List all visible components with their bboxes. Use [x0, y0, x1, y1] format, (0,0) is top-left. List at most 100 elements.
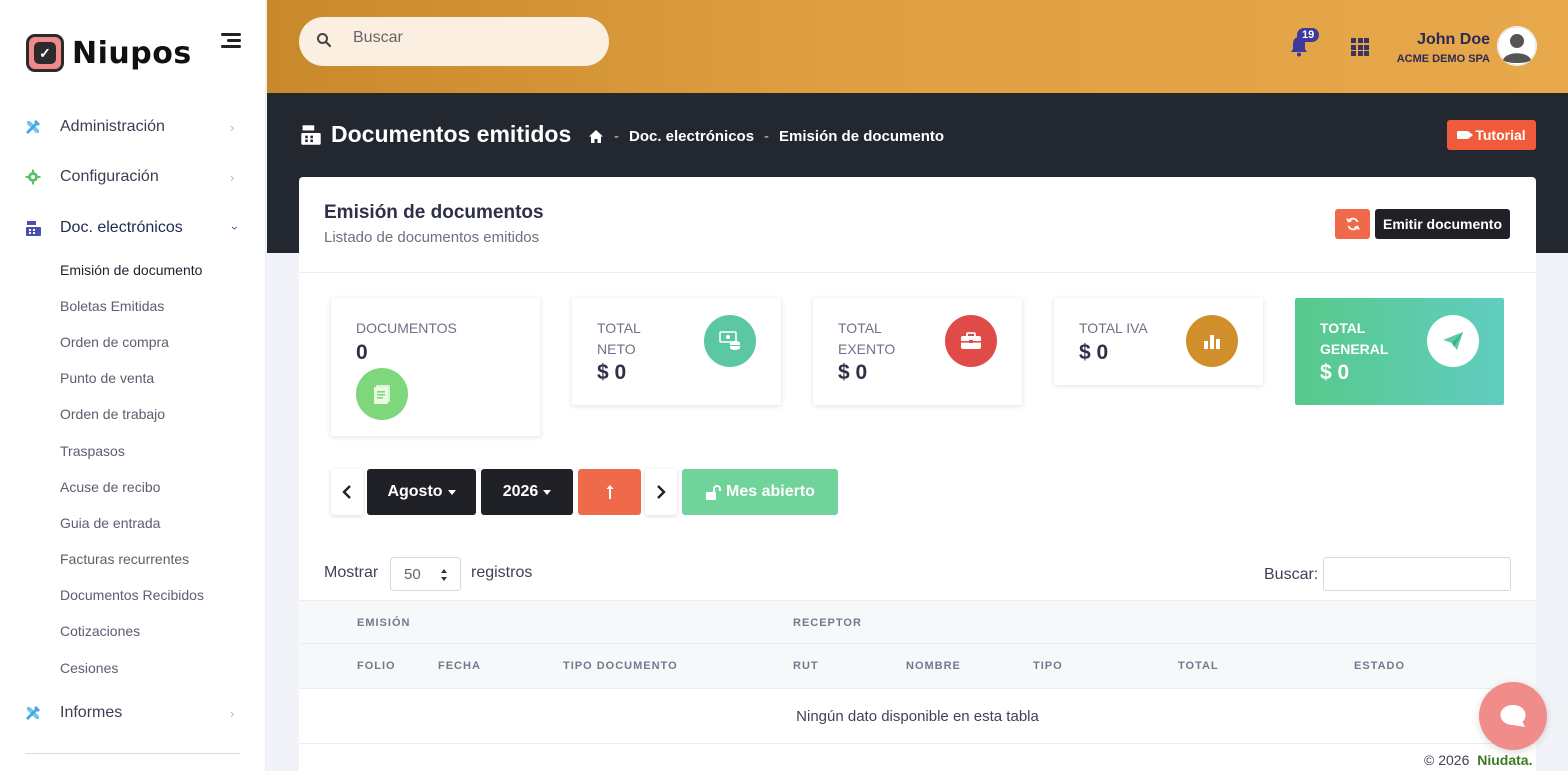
sidebar-subitem-cotizaciones[interactable]: Cotizaciones [60, 623, 140, 639]
brand-logo: ✓ [26, 34, 64, 72]
table-column-header: FOLIO FECHA TIPO DOCUMENTO RUT NOMBRE TI… [299, 644, 1536, 689]
sidebar: ✓ Niupos Administración › Configuración … [0, 0, 266, 771]
sidebar-item-label: Administración [60, 118, 165, 135]
sidebar-item-configuracion[interactable]: Configuración › [0, 159, 266, 195]
user-name[interactable]: John Doe [1417, 31, 1490, 49]
sidebar-item-label: Doc. electrónicos [60, 219, 183, 236]
emit-document-button[interactable]: Emitir documento [1375, 209, 1510, 239]
sidebar-subitem-traspasos[interactable]: Traspasos [60, 443, 125, 459]
card-header: Emisión de documentos Listado de documen… [299, 177, 1536, 273]
year-dropdown[interactable]: 2026 [481, 469, 573, 515]
chevron-left-icon [342, 485, 351, 499]
breadcrumb-emision-de-documento[interactable]: Emisión de documento [779, 128, 944, 145]
cash-register-icon [301, 125, 321, 145]
breadcrumb-doc-electronicos[interactable]: Doc. electrónicos [629, 128, 754, 145]
month-status-button[interactable]: Mes abierto [682, 469, 838, 515]
page-size-select[interactable]: 50 [390, 557, 461, 591]
export-button[interactable] [578, 469, 641, 515]
sidebar-subitem-facturas-recurrentes[interactable]: Facturas recurrentes [60, 551, 189, 567]
month-dropdown[interactable]: Agosto [367, 469, 476, 515]
column-header-tipo-documento[interactable]: TIPO DOCUMENTO [563, 660, 678, 672]
stat-label: TOTAL EXENTO [838, 320, 896, 357]
sidebar-subitem-emision-de-documento[interactable]: Emisión de documento [60, 262, 202, 278]
column-header-folio[interactable]: FOLIO [357, 660, 396, 672]
column-header-rut[interactable]: RUT [793, 660, 819, 672]
briefcase-icon [945, 315, 997, 367]
tools-icon [24, 118, 42, 136]
stat-total-general: TOTAL GENERAL $ 0 [1295, 298, 1504, 405]
sidebar-subitem-cesiones[interactable]: Cesiones [60, 660, 118, 676]
cash-register-icon [24, 219, 42, 237]
sidebar-divider [25, 753, 240, 754]
column-header-total[interactable]: TOTAL [1178, 660, 1219, 672]
apps-grid-icon[interactable] [1351, 38, 1369, 56]
stat-label: TOTAL IVA [1079, 320, 1148, 336]
sidebar-item-administracion[interactable]: Administración › [0, 109, 266, 145]
stat-value: $ 0 [1079, 341, 1109, 364]
table-search-input[interactable] [1323, 557, 1511, 591]
next-month-button[interactable] [645, 469, 677, 515]
footer-company-link[interactable]: Niudata. [1477, 752, 1532, 768]
month-dropdown-label: Agosto [387, 483, 443, 500]
notification-badge: 19 [1297, 28, 1320, 42]
breadcrumb: - Doc. electrónicos - Emisión de documen… [588, 128, 944, 145]
column-header-estado[interactable]: ESTADO [1354, 660, 1405, 672]
sidebar-subitem-documentos-recibidos[interactable]: Documentos Recibidos [60, 587, 204, 603]
sidebar-item-doc-electronicos[interactable]: Doc. electrónicos › [0, 210, 266, 246]
menu-toggle-icon[interactable] [221, 33, 241, 49]
table-empty-message: Ningún dato disponible en esta tabla [299, 689, 1536, 744]
page-title: Documentos emitidos [331, 121, 572, 147]
avatar[interactable] [1497, 26, 1537, 66]
search-input[interactable] [353, 29, 593, 47]
stat-label: DOCUMENTOS [356, 320, 457, 336]
documents-icon [356, 368, 408, 420]
year-dropdown-label: 2026 [502, 483, 539, 500]
sidebar-subitem-orden-de-compra[interactable]: Orden de compra [60, 334, 169, 350]
stat-documentos: DOCUMENTOS 0 [331, 298, 540, 436]
chat-button[interactable] [1479, 682, 1547, 750]
card-title: Emisión de documentos [324, 202, 544, 223]
chevron-right-icon [657, 485, 666, 499]
search-box [299, 17, 609, 66]
search-icon [317, 33, 332, 48]
previous-month-button[interactable] [331, 469, 363, 515]
unlock-icon [706, 484, 722, 500]
refresh-button[interactable] [1335, 209, 1370, 239]
sidebar-subitem-guia-de-entrada[interactable]: Guia de entrada [60, 515, 160, 531]
user-avatar-icon [1497, 26, 1537, 66]
video-camera-icon [1457, 131, 1474, 139]
sidebar-item-informes[interactable]: Informes › [0, 695, 266, 731]
home-icon[interactable] [588, 129, 604, 144]
chat-bubble-icon [1500, 705, 1526, 727]
stat-total-exento: TOTAL EXENTO $ 0 [813, 298, 1022, 405]
chevron-right-icon: › [230, 705, 235, 721]
user-company: ACME DEMO SPA [1396, 53, 1490, 65]
month-status-label: Mes abierto [726, 483, 815, 500]
column-header-tipo[interactable]: TIPO [1033, 660, 1063, 672]
bar-chart-icon [1186, 315, 1238, 367]
footer: © 2026 Niudata. [1424, 752, 1532, 768]
show-entries-label: Mostrar [324, 564, 379, 581]
tutorial-button[interactable]: Tutorial [1447, 120, 1536, 150]
stat-label: TOTAL NETO [597, 320, 641, 357]
column-header-fecha[interactable]: FECHA [438, 660, 481, 672]
sidebar-item-label: Configuración [60, 168, 159, 185]
sidebar-subitem-boletas-emitidas[interactable]: Boletas Emitidas [60, 298, 164, 314]
breadcrumb-separator: - [764, 128, 770, 145]
sidebar-subitem-punto-de-venta[interactable]: Punto de venta [60, 370, 154, 386]
brand[interactable]: ✓ Niupos [26, 34, 192, 72]
group-header-emision: EMISIÓN [357, 617, 411, 629]
chevron-down-icon: › [228, 226, 242, 230]
sidebar-subitem-acuse-de-recibo[interactable]: Acuse de recibo [60, 479, 160, 495]
column-header-nombre[interactable]: NOMBRE [906, 660, 961, 672]
sidebar-subitem-orden-de-trabajo[interactable]: Orden de trabajo [60, 406, 165, 422]
stat-label: TOTAL GENERAL [1320, 320, 1389, 357]
documents-card: Emisión de documentos Listado de documen… [299, 177, 1536, 771]
caret-down-icon [447, 489, 456, 495]
sort-arrows-icon [441, 569, 447, 581]
brand-name: Niupos [72, 35, 192, 71]
chevron-right-icon: › [230, 169, 235, 185]
paper-plane-icon [1427, 315, 1479, 367]
gear-icon [24, 168, 42, 186]
sidebar-item-label: Informes [60, 704, 123, 721]
